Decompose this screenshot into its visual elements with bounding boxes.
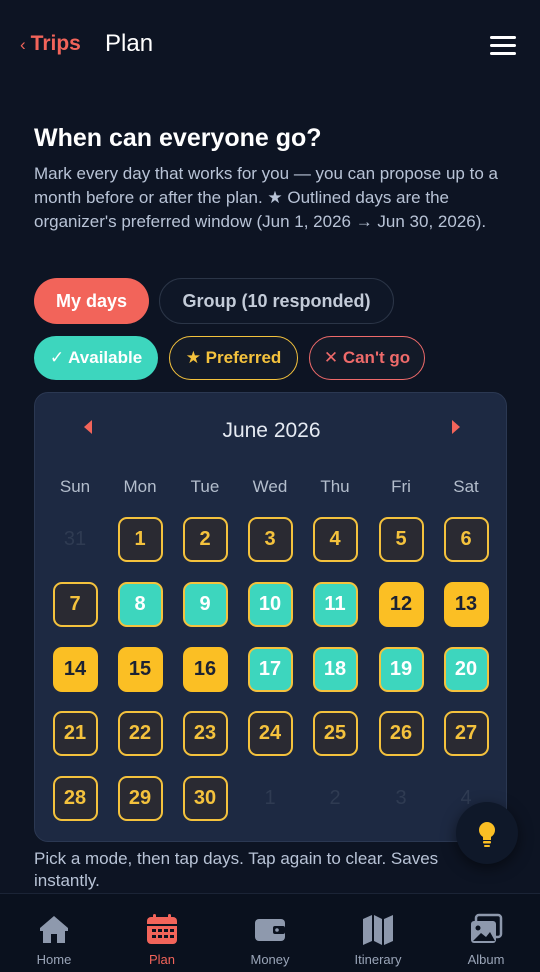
nav-itinerary[interactable]: Itinerary	[333, 912, 423, 967]
hamburger-menu-icon[interactable]	[490, 36, 516, 56]
calendar-day[interactable]: 5	[378, 517, 424, 562]
section-heading: When can everyone go?	[34, 124, 322, 152]
available-mode-chip[interactable]: ✓ Available	[34, 336, 158, 380]
nav-money-label: Money	[250, 952, 290, 967]
home-icon	[40, 916, 68, 943]
nav-plan-label: Plan	[148, 952, 176, 967]
calendar-day[interactable]: 22	[117, 711, 163, 756]
calendar-day[interactable]: 4	[312, 517, 358, 562]
weekday-header: Mon	[123, 477, 157, 496]
weekday-header: Fri	[391, 477, 411, 496]
weekday-header: Sun	[59, 477, 91, 496]
weekday-header: Tue	[190, 477, 220, 496]
calendar-day[interactable]: 26	[378, 711, 424, 756]
calendar-day-outside-month: 2	[329, 787, 341, 809]
top-bar: ‹ Trips Plan	[0, 0, 540, 90]
preferred-mode-chip[interactable]: ★ Preferred	[169, 336, 298, 380]
usage-hint: Pick a mode, then tap days. Tap again to…	[34, 849, 439, 890]
calendar-day[interactable]: 20	[443, 647, 489, 692]
back-to-trips-link[interactable]: ‹ Trips	[20, 32, 81, 56]
chevron-left-icon: ‹	[20, 34, 26, 54]
calendar-day-outside-month: 3	[395, 787, 407, 809]
nav-itinerary-label: Itinerary	[354, 952, 402, 967]
nav-home[interactable]: Home	[9, 912, 99, 967]
cant-go-mode-chip[interactable]: ✕ Can't go	[309, 336, 425, 380]
weekday-header: Thu	[320, 477, 350, 496]
calendar-day[interactable]: 6	[443, 517, 489, 562]
calendar-day[interactable]: 9	[182, 582, 228, 627]
calendar-day[interactable]: 2	[182, 517, 228, 562]
calendar-day[interactable]: 17	[247, 647, 293, 692]
calendar-day[interactable]: 13	[443, 582, 489, 627]
calendar-day[interactable]: 25	[312, 711, 358, 756]
next-month-icon[interactable]	[445, 417, 465, 437]
nav-home-label: Home	[36, 952, 72, 967]
weekday-header: Sat	[453, 477, 479, 496]
nav-album-label: Album	[467, 952, 505, 967]
calendar-day[interactable]: 11	[312, 582, 358, 627]
calendar-day[interactable]: 15	[117, 647, 163, 692]
calendar: June 2026 Sun Mon Tue Wed Thu Fri Sat 31 1 2 3 4 5 6 7…	[34, 392, 507, 842]
calendar-day[interactable]: 18	[312, 647, 358, 692]
calendar-day[interactable]: 29	[117, 776, 163, 821]
calendar-day-outside-month: 31	[63, 528, 87, 550]
calendar-month-label: June 2026	[222, 419, 321, 442]
nav-money[interactable]: Money	[225, 912, 315, 967]
tab-group[interactable]: Group (10 responded)	[159, 278, 394, 324]
wallet-icon	[255, 919, 285, 941]
bottom-navigation: Home Plan Money Itinerary Album	[0, 893, 540, 972]
calendar-day[interactable]: 7	[52, 582, 98, 627]
calendar-day[interactable]: 23	[182, 711, 228, 756]
calendar-day[interactable]: 16	[182, 647, 228, 692]
calendar-day[interactable]: 24	[247, 711, 293, 756]
calendar-day[interactable]: 19	[378, 647, 424, 692]
calendar-day[interactable]: 27	[443, 711, 489, 756]
calendar-icon	[147, 914, 177, 944]
section-description: Mark every day that works for you — you …	[34, 164, 498, 231]
calendar-day[interactable]: 21	[52, 711, 98, 756]
tab-my-days[interactable]: My days	[34, 278, 149, 324]
weekday-header: Wed	[252, 477, 288, 496]
calendar-day[interactable]: 8	[117, 582, 163, 627]
map-icon	[363, 915, 393, 945]
calendar-day[interactable]: 30	[182, 776, 228, 821]
photo-icon	[471, 913, 503, 943]
nav-plan[interactable]: Plan	[117, 912, 207, 967]
calendar-day[interactable]: 10	[247, 582, 293, 627]
calendar-day[interactable]: 1	[117, 517, 163, 562]
calendar-day[interactable]: 12	[378, 582, 424, 627]
calendar-day[interactable]: 3	[247, 517, 293, 562]
nav-album[interactable]: Album	[441, 912, 531, 967]
trip-plan-screen: ‹ Trips Plan When can everyone go? Mark …	[0, 0, 540, 972]
page-title: Plan	[105, 30, 154, 57]
calendar-day[interactable]: 28	[52, 776, 98, 821]
calendar-day[interactable]: 14	[52, 647, 98, 692]
back-label: Trips	[30, 32, 81, 55]
calendar-day-outside-month: 1	[264, 787, 276, 809]
